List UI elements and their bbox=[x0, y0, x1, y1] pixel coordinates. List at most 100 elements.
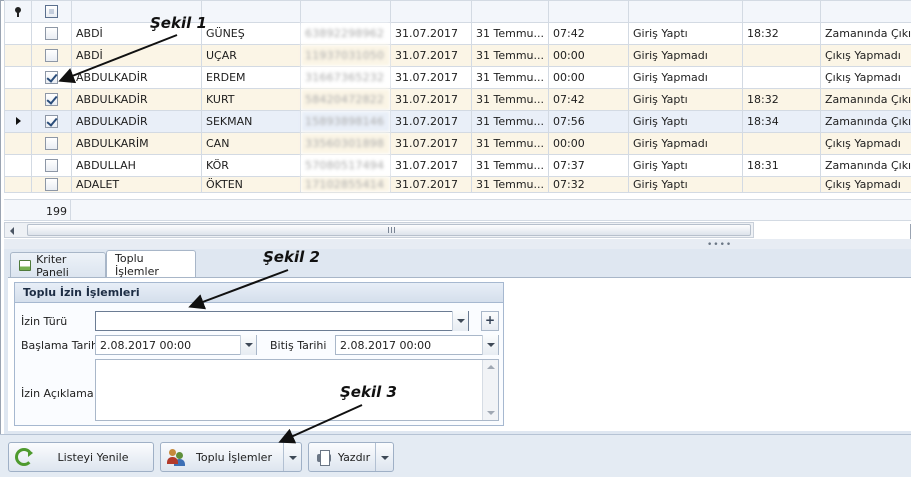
column-header[interactable] bbox=[201, 0, 301, 23]
pin-column-header[interactable] bbox=[4, 0, 32, 23]
row-indicator[interactable] bbox=[4, 44, 32, 67]
exit-status-cell[interactable]: Çıkış Yapmadı bbox=[820, 66, 911, 89]
table-row[interactable]: ABDULKARİM CAN 33560301898 31.07.2017 31 Tem… bbox=[4, 132, 911, 155]
entry-status-cell[interactable]: Giriş Yapmadı bbox=[628, 44, 743, 67]
bulk-operations-button[interactable]: Toplu İşlemler bbox=[160, 442, 302, 472]
entry-status-cell[interactable]: Giriş Yaptı bbox=[628, 88, 743, 111]
date-cell[interactable]: 31.07.2017 bbox=[390, 176, 472, 193]
first-name-cell[interactable]: ABDULKADİR bbox=[71, 66, 202, 89]
entry-status-cell[interactable]: Giriş Yapmadı bbox=[628, 132, 743, 155]
row-indicator[interactable] bbox=[4, 22, 32, 45]
table-row[interactable]: ABDULKADİR SEKMAN 15893898146 31.07.2017 31 … bbox=[4, 110, 911, 133]
last-name-cell[interactable]: UÇAR bbox=[201, 44, 301, 67]
izin-turu-dropdown-button[interactable] bbox=[452, 311, 468, 331]
first-name-cell[interactable]: ABDULLAH bbox=[71, 154, 202, 177]
scroll-left-arrow-icon[interactable] bbox=[10, 227, 14, 235]
tab-kriter-paneli[interactable]: Kriter Paneli bbox=[10, 252, 106, 279]
tc-no-cell[interactable]: 33560301898 bbox=[300, 132, 391, 155]
entry-status-cell[interactable]: Giriş Yaptı bbox=[628, 176, 743, 193]
table-row[interactable]: ADALET ÖKTEN 17102855414 31.07.2017 31 Temmu… bbox=[4, 176, 911, 193]
exit-status-cell[interactable]: Çıkış Yapmadı bbox=[820, 132, 911, 155]
exit-status-cell[interactable]: Zamanında Çıkış Y bbox=[820, 110, 911, 133]
first-name-cell[interactable]: ABDULKARİM bbox=[71, 132, 202, 155]
bulk-dropdown-arrow[interactable] bbox=[283, 443, 301, 471]
bitis-date-dropdown-button[interactable] bbox=[482, 335, 498, 355]
entry-time-cell[interactable]: 00:00 bbox=[548, 66, 629, 89]
entry-status-cell[interactable]: Giriş Yapmadı bbox=[628, 66, 743, 89]
row-checkbox[interactable] bbox=[45, 49, 58, 63]
table-row[interactable]: ABDİ GÜNEŞ 63892298962 31.07.2017 31 Temmu..… bbox=[4, 22, 911, 45]
entry-time-cell[interactable]: 07:42 bbox=[548, 22, 629, 45]
last-name-cell[interactable]: KÖR bbox=[201, 154, 301, 177]
last-name-cell[interactable]: CAN bbox=[201, 132, 301, 155]
exit-time-cell[interactable] bbox=[742, 132, 821, 155]
horizontal-scrollbar[interactable] bbox=[4, 222, 754, 238]
row-checkbox[interactable] bbox=[45, 159, 58, 173]
print-dropdown-arrow[interactable] bbox=[375, 443, 393, 471]
date-text-cell[interactable]: 31 Temmu... bbox=[471, 110, 549, 133]
exit-status-cell[interactable]: Zamanında Çıkış Y bbox=[820, 88, 911, 111]
refresh-list-button[interactable]: Listeyi Yenile bbox=[8, 442, 154, 472]
first-name-cell[interactable]: ABDULKADİR bbox=[71, 88, 202, 111]
exit-status-cell[interactable]: Zamanında Çıkış Y bbox=[820, 154, 911, 177]
last-name-cell[interactable]: SEKMAN bbox=[201, 110, 301, 133]
last-name-cell[interactable]: GÜNEŞ bbox=[201, 22, 301, 45]
date-text-cell[interactable]: 31 Temmu... bbox=[471, 88, 549, 111]
exit-status-cell[interactable]: Zamanında Çıkış Y bbox=[820, 22, 911, 45]
column-header[interactable] bbox=[820, 0, 911, 23]
column-header[interactable] bbox=[471, 0, 549, 23]
column-header[interactable] bbox=[628, 0, 743, 23]
exit-time-cell[interactable]: 18:32 bbox=[742, 88, 821, 111]
exit-time-cell[interactable]: 18:34 bbox=[742, 110, 821, 133]
first-name-cell[interactable]: ADALET bbox=[71, 176, 202, 193]
last-name-cell[interactable]: ÖKTEN bbox=[201, 176, 301, 193]
tc-no-cell[interactable]: 58420472822 bbox=[300, 88, 391, 111]
tab-toplu-islemler[interactable]: Toplu İşlemler bbox=[106, 250, 196, 278]
entry-time-cell[interactable]: 07:56 bbox=[548, 110, 629, 133]
add-izin-turu-button[interactable]: + bbox=[481, 311, 499, 331]
entry-status-cell[interactable]: Giriş Yaptı bbox=[628, 154, 743, 177]
date-cell[interactable]: 31.07.2017 bbox=[390, 154, 472, 177]
row-checkbox[interactable] bbox=[45, 115, 58, 129]
exit-time-cell[interactable] bbox=[742, 44, 821, 67]
first-name-cell[interactable]: ABDULKADİR bbox=[71, 110, 202, 133]
row-checkbox-cell[interactable] bbox=[31, 44, 72, 67]
panel-splitter[interactable]: •••• bbox=[4, 239, 911, 250]
exit-time-cell[interactable] bbox=[742, 176, 821, 193]
row-checkbox-cell[interactable] bbox=[31, 132, 72, 155]
table-row[interactable]: ABDİ UÇAR 11937031050 31.07.2017 31 Temmu...… bbox=[4, 44, 911, 67]
date-text-cell[interactable]: 31 Temmu... bbox=[471, 176, 549, 193]
date-text-cell[interactable]: 31 Temmu... bbox=[471, 66, 549, 89]
date-cell[interactable]: 31.07.2017 bbox=[390, 88, 472, 111]
entry-time-cell[interactable]: 07:37 bbox=[548, 154, 629, 177]
exit-status-cell[interactable]: Çıkış Yapmadı bbox=[820, 44, 911, 67]
print-button[interactable]: Yazdır bbox=[308, 442, 394, 472]
entry-status-cell[interactable]: Giriş Yaptı bbox=[628, 110, 743, 133]
date-cell[interactable]: 31.07.2017 bbox=[390, 22, 472, 45]
entry-time-cell[interactable]: 00:00 bbox=[548, 44, 629, 67]
row-checkbox-cell[interactable] bbox=[31, 22, 72, 45]
date-text-cell[interactable]: 31 Temmu... bbox=[471, 22, 549, 45]
date-cell[interactable]: 31.07.2017 bbox=[390, 132, 472, 155]
date-text-cell[interactable]: 31 Temmu... bbox=[471, 154, 549, 177]
entry-time-cell[interactable]: 00:00 bbox=[548, 132, 629, 155]
tc-no-cell[interactable]: 31667365232 bbox=[300, 66, 391, 89]
tc-no-cell[interactable]: 57080517494 bbox=[300, 154, 391, 177]
memo-scrollbar[interactable] bbox=[482, 360, 498, 420]
row-checkbox[interactable] bbox=[45, 93, 58, 107]
exit-time-cell[interactable]: 18:32 bbox=[742, 22, 821, 45]
bitis-tarihi-field[interactable]: 2.08.2017 00:00 bbox=[335, 335, 499, 355]
row-checkbox-cell[interactable] bbox=[31, 88, 72, 111]
scroll-up-icon[interactable] bbox=[487, 365, 495, 369]
tc-no-cell[interactable]: 11937031050 bbox=[300, 44, 391, 67]
column-header[interactable] bbox=[300, 0, 391, 23]
date-text-cell[interactable]: 31 Temmu... bbox=[471, 44, 549, 67]
select-all-checkbox-cell[interactable] bbox=[31, 0, 72, 23]
row-indicator[interactable] bbox=[4, 110, 32, 133]
exit-time-cell[interactable] bbox=[742, 66, 821, 89]
date-cell[interactable]: 31.07.2017 bbox=[390, 66, 472, 89]
izin-aciklama-textarea[interactable] bbox=[95, 359, 499, 421]
row-indicator[interactable] bbox=[4, 176, 32, 193]
row-indicator[interactable] bbox=[4, 132, 32, 155]
column-header[interactable] bbox=[390, 0, 472, 23]
